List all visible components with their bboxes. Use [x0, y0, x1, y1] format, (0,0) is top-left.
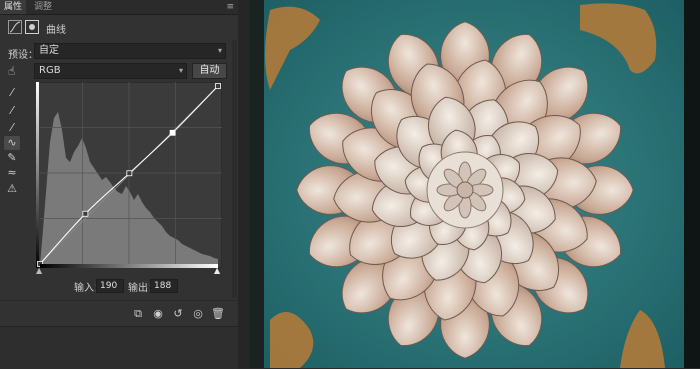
tab-properties[interactable]: 属性 [0, 0, 27, 14]
delete-icon[interactable]: 🗑 [210, 307, 226, 321]
curves-adjustment-icon [8, 20, 22, 34]
clipping-warning-icon[interactable]: ⚠ [4, 182, 20, 196]
panel-footer: ⧉ ◉ ↺ ◎ 🗑 [0, 300, 238, 325]
panel-tabbar: 属性 调整 ≡ [0, 0, 238, 15]
channel-select[interactable]: RGB ▾ [34, 63, 187, 79]
panel-menu-icon[interactable]: ≡ [226, 2, 234, 12]
curve-points-icon[interactable]: ∿ [4, 136, 20, 150]
target-adjust-icon[interactable]: ☝ [8, 64, 15, 78]
channel-value: RGB [39, 65, 61, 76]
lotus-carving [296, 21, 634, 359]
visibility-eye-icon[interactable]: ◎ [190, 307, 206, 321]
curve-control-point[interactable] [169, 129, 176, 136]
output-field[interactable]: 188 [150, 279, 178, 293]
preset-value: 自定 [39, 45, 59, 56]
white-point-slider[interactable]: ▲ [214, 266, 220, 275]
pencil-icon[interactable]: ✎ [4, 151, 20, 165]
preset-select[interactable]: 自定 ▾ [34, 43, 226, 59]
view-previous-icon[interactable]: ◉ [150, 307, 166, 321]
auto-button[interactable]: 自动 [192, 63, 227, 79]
lotus-core [456, 181, 474, 199]
canvas-image[interactable] [250, 0, 700, 368]
smooth-icon[interactable]: ≈ [4, 166, 20, 180]
curve-control-point[interactable] [82, 210, 89, 217]
tab-adjustments[interactable]: 调整 [30, 0, 56, 14]
eyedropper-white-icon[interactable]: ⁄ [4, 121, 20, 135]
black-point-slider[interactable]: ▲ [36, 266, 42, 275]
input-gradient-bar [40, 264, 218, 268]
output-gradient-bar [36, 82, 39, 268]
curve-control-point[interactable] [126, 170, 133, 177]
curves-graph[interactable] [36, 82, 222, 268]
panel-title-row: 曲线 [0, 16, 238, 40]
reset-icon[interactable]: ↺ [170, 307, 186, 321]
layer-mask-icon[interactable] [25, 20, 39, 34]
curve-control-point[interactable] [215, 83, 221, 89]
clip-to-layer-icon[interactable]: ⧉ [130, 307, 146, 321]
panel-divider[interactable] [238, 0, 250, 368]
panel-title: 曲线 [46, 25, 66, 36]
input-field[interactable]: 190 [96, 279, 124, 293]
eyedropper-black-icon[interactable]: ⁄ [4, 86, 20, 100]
properties-panel: 属性 调整 ≡ 曲线 预设： 自定 ▾ ☝ RGB ▾ 自动 ⁄ ⁄ ⁄ ∿ ✎… [0, 0, 238, 369]
chevron-down-icon: ▾ [217, 46, 222, 55]
eyedropper-gray-icon[interactable]: ⁄ [4, 104, 20, 118]
lower-panel [0, 326, 238, 369]
chevron-down-icon: ▾ [178, 66, 183, 75]
panel-scrollbar[interactable] [232, 40, 237, 298]
